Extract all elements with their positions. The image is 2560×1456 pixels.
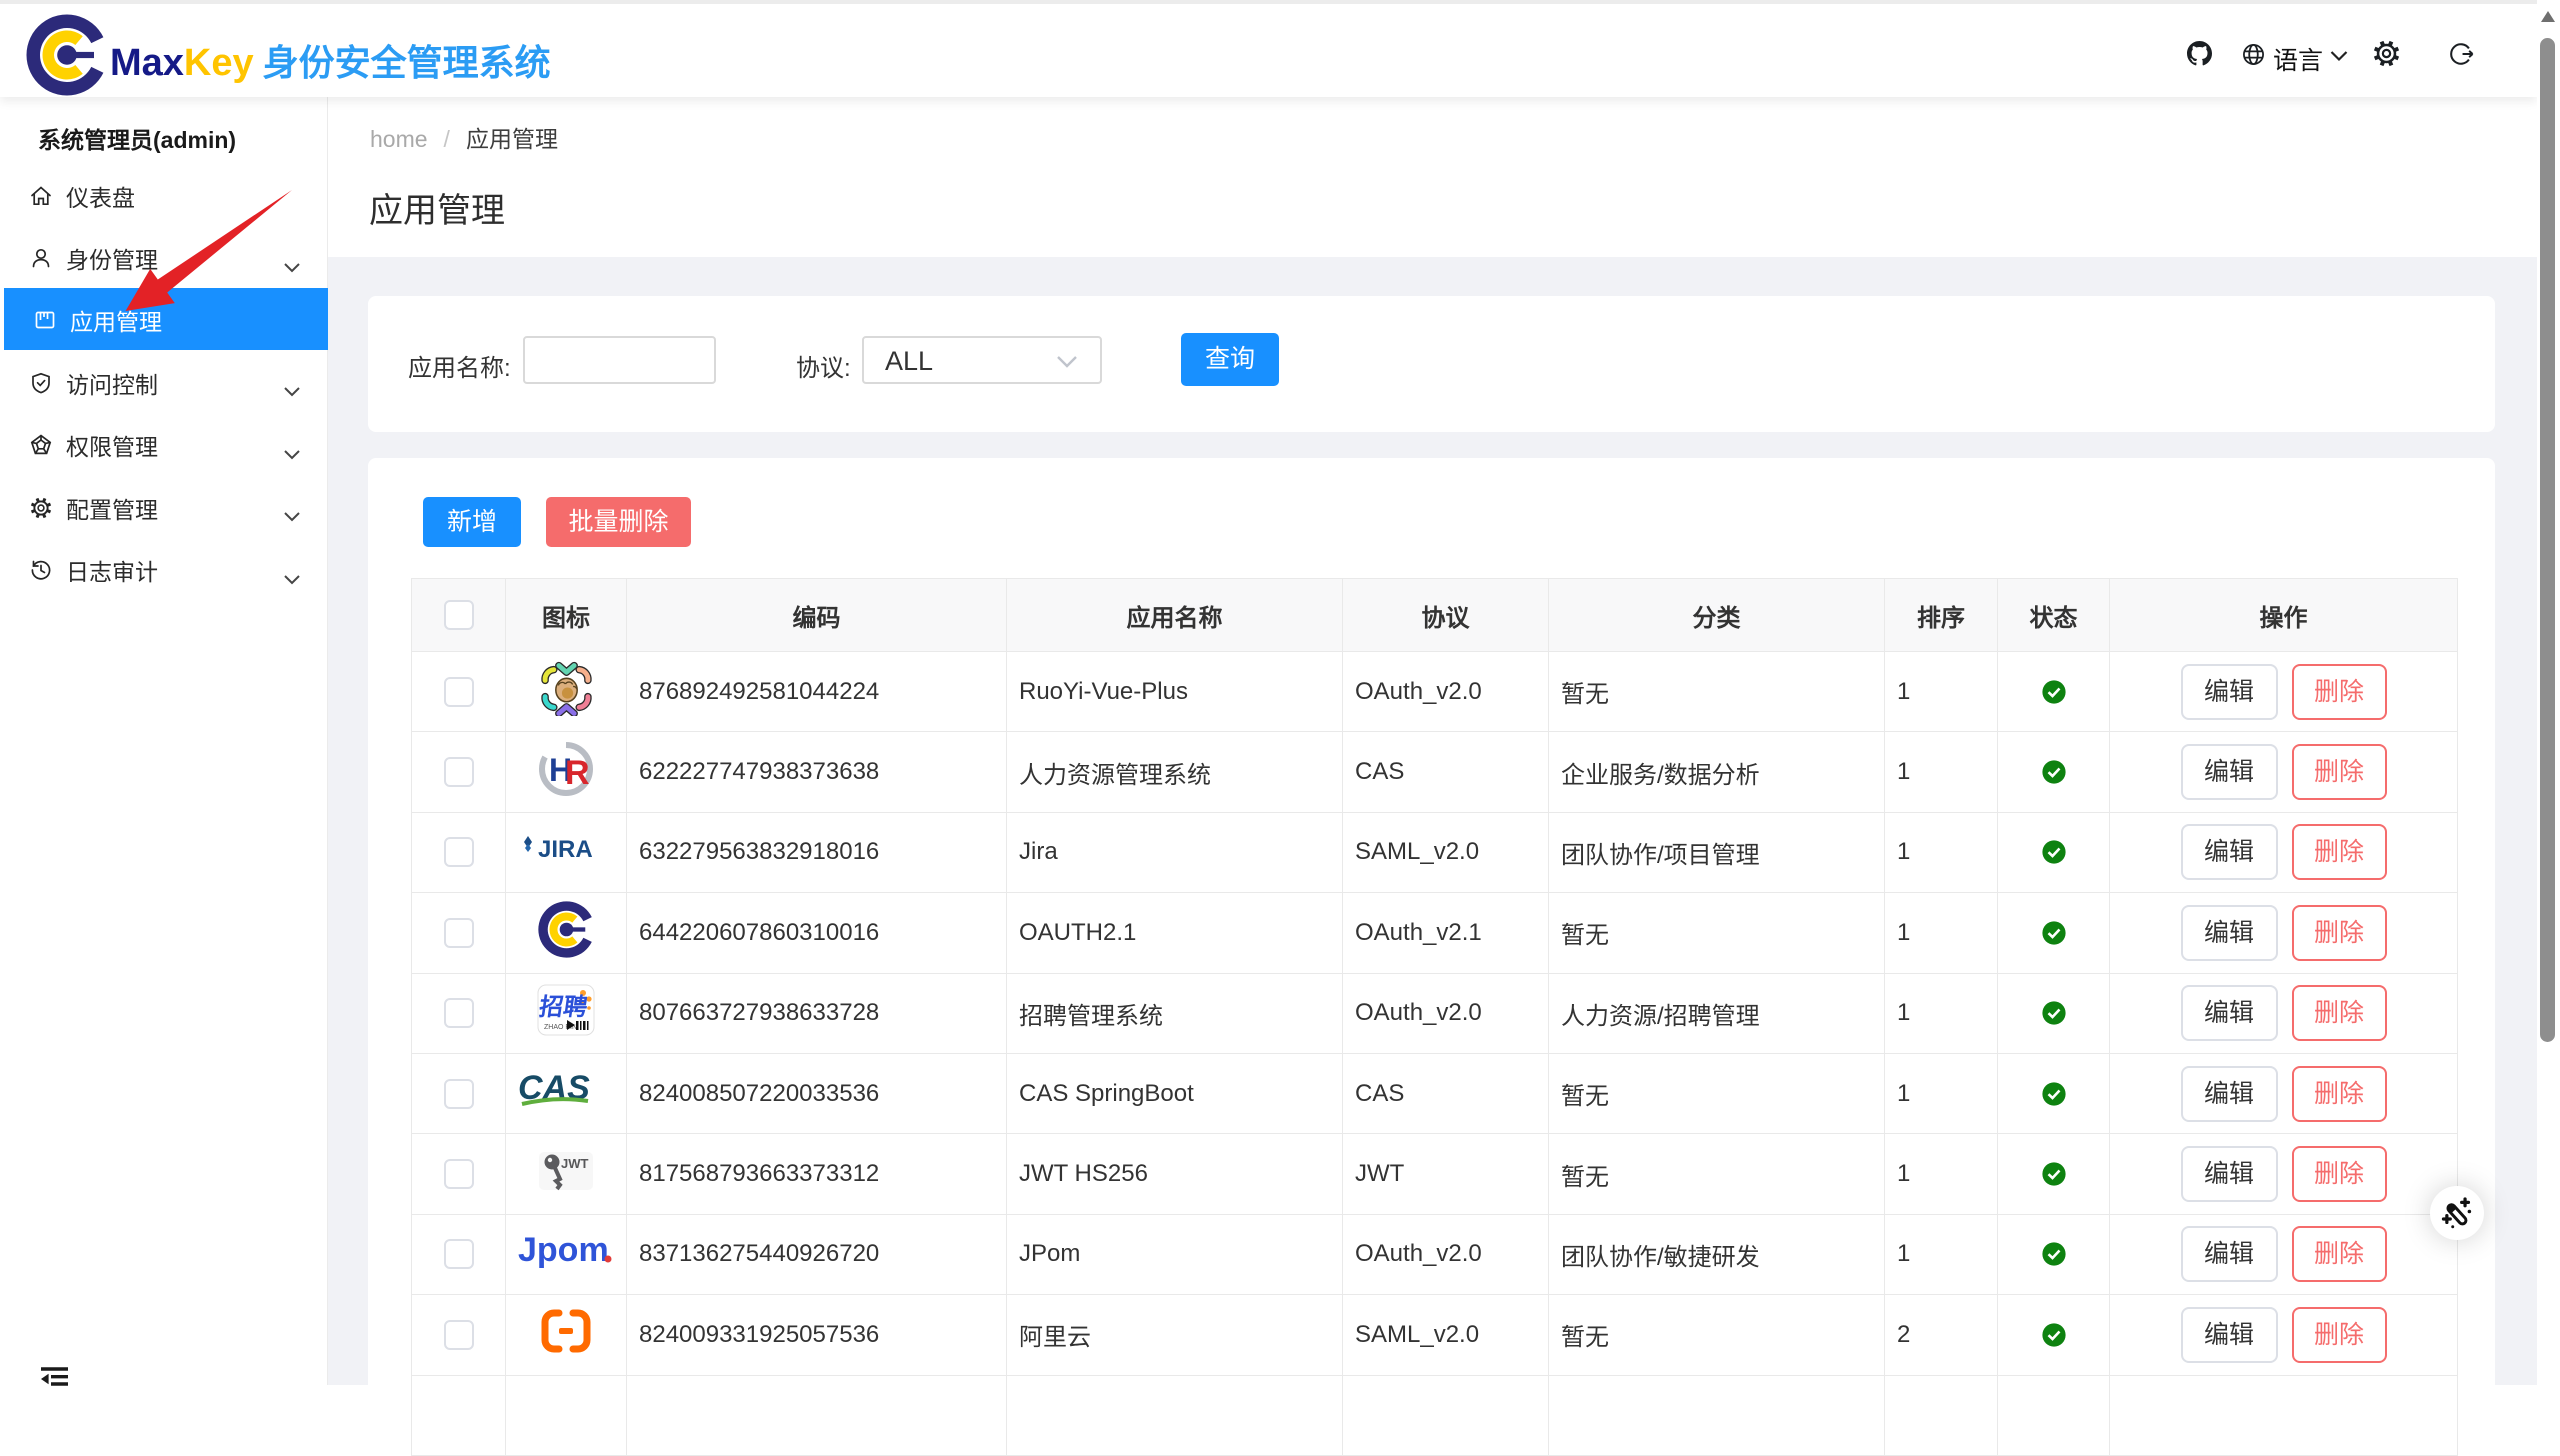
svg-text:R: R [565, 754, 590, 792]
svg-text:JWT: JWT [561, 1156, 589, 1171]
svg-text:JIRA: JIRA [538, 836, 593, 863]
svg-text:招聘: 招聘 [537, 994, 589, 1021]
svg-text:Jpom: Jpom [518, 1231, 609, 1269]
